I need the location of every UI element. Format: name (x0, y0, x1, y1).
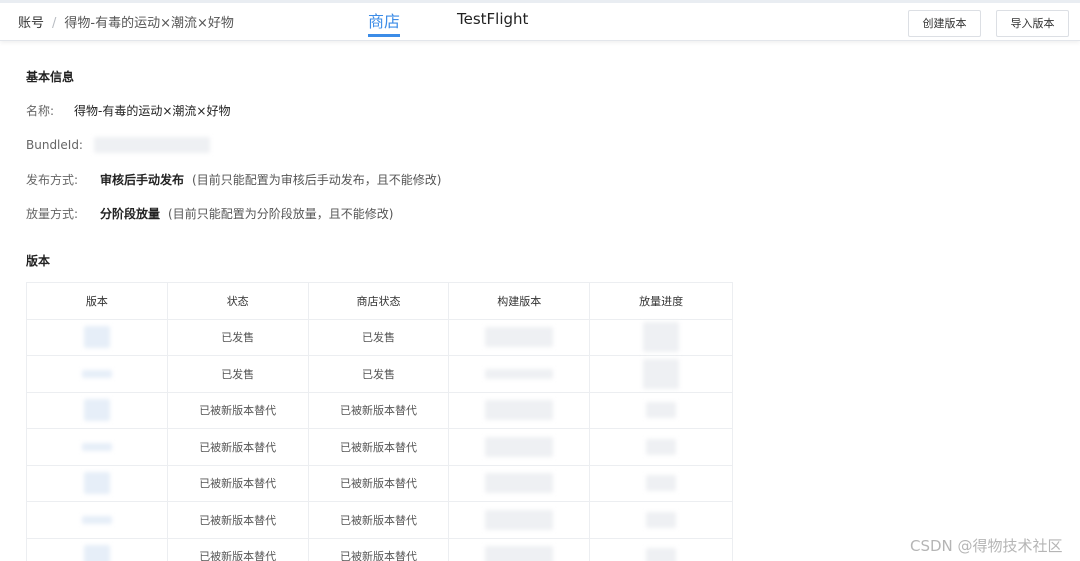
redacted-block (646, 475, 677, 492)
table-row[interactable]: 已被新版本替代 已被新版本替代 (27, 538, 732, 561)
column-build: 构建版本 (449, 283, 591, 319)
bundle-row: BundleId: (26, 137, 210, 153)
store-status-cell: 已发售 (309, 356, 450, 392)
redacted-block (646, 402, 677, 419)
build-cell-redacted (449, 356, 591, 392)
status-cell: 已发售 (168, 356, 309, 392)
store-status-cell: 已被新版本替代 (309, 392, 450, 428)
version-cell-redacted (27, 465, 168, 501)
version-cell-redacted (27, 356, 168, 392)
redacted-block (81, 369, 112, 378)
bundle-value-redacted (94, 137, 210, 153)
name-label: 名称: (26, 104, 55, 118)
tab-store[interactable]: 商店 (368, 8, 401, 37)
breadcrumb-account[interactable]: 账号 (18, 16, 44, 31)
redacted-block (83, 326, 110, 349)
redacted-block (646, 548, 677, 561)
name-row: 名称: 得物-有毒的运动×潮流×好物 (26, 102, 230, 119)
version-cell-redacted (27, 319, 168, 355)
version-cell-redacted (27, 538, 168, 561)
rollout-cell-redacted (590, 502, 732, 538)
status-cell: 已被新版本替代 (168, 392, 309, 428)
table-row[interactable]: 已发售 已发售 (27, 319, 732, 356)
table-row[interactable]: 已被新版本替代 已被新版本替代 (27, 429, 732, 466)
watermark: CSDN @得物技术社区 (910, 537, 1063, 555)
bundle-label: BundleId: (26, 137, 83, 152)
redacted-block (81, 442, 112, 451)
breadcrumb-app-name: 得物-有毒的运动×潮流×好物 (64, 16, 234, 31)
redacted-block (83, 472, 110, 495)
rollout-cell-redacted (590, 466, 732, 502)
store-status-cell: 已被新版本替代 (309, 538, 450, 561)
create-version-button[interactable]: 创建版本 (908, 10, 981, 37)
breadcrumb: 账号 / 得物-有毒的运动×潮流×好物 (18, 12, 234, 31)
store-status-cell: 已被新版本替代 (309, 429, 450, 465)
breadcrumb-separator: / (52, 16, 57, 31)
rollout-label: 放量方式: (26, 207, 79, 221)
status-cell: 已被新版本替代 (168, 538, 309, 561)
build-cell-redacted (449, 392, 591, 428)
build-cell-redacted (449, 502, 591, 538)
redacted-block (485, 436, 554, 457)
redacted-block (83, 545, 110, 561)
tab-testflight[interactable]: TestFlight (457, 10, 528, 28)
version-cell-redacted (27, 429, 168, 465)
release-label: 发布方式: (26, 173, 79, 187)
name-value: 得物-有毒的运动×潮流×好物 (74, 104, 231, 118)
table-row[interactable]: 已被新版本替代 已被新版本替代 (27, 392, 732, 429)
redacted-block (643, 358, 680, 389)
rollout-cell-redacted (590, 320, 732, 356)
redacted-block (643, 322, 680, 353)
redacted-block (485, 400, 554, 421)
top-bar: 账号 / 得物-有毒的运动×潮流×好物 商店 TestFlight 创建版本 导入版… (0, 0, 1080, 41)
redacted-block (485, 546, 554, 561)
rollout-cell-redacted (590, 393, 732, 429)
redacted-block (485, 327, 554, 348)
redacted-block (485, 368, 554, 379)
redacted-block (485, 509, 554, 530)
build-cell-redacted (449, 465, 591, 501)
status-cell: 已被新版本替代 (168, 465, 309, 501)
status-cell: 已被新版本替代 (168, 429, 309, 465)
redacted-block (83, 399, 110, 422)
rollout-cell-redacted (590, 539, 732, 561)
version-cell-redacted (27, 502, 168, 538)
redacted-block (81, 515, 112, 524)
build-cell-redacted (449, 538, 591, 561)
versions-title: 版本 (26, 254, 51, 268)
store-status-cell: 已被新版本替代 (309, 465, 450, 501)
column-status: 状态 (168, 283, 309, 319)
version-cell-redacted (27, 392, 168, 428)
table-row[interactable]: 已发售 已发售 (27, 356, 732, 393)
table-row[interactable]: 已被新版本替代 已被新版本替代 (27, 465, 732, 502)
rollout-cell-redacted (590, 429, 732, 465)
table-header: 版本 状态 商店状态 构建版本 放量进度 (27, 283, 732, 320)
redacted-block (646, 438, 677, 455)
status-cell: 已被新版本替代 (168, 502, 309, 538)
rollout-cell-redacted (590, 356, 732, 392)
release-note: (目前只能配置为审核后手动发布，且不能修改) (192, 173, 442, 187)
redacted-block (485, 473, 554, 494)
rollout-note: (目前只能配置为分阶段放量，且不能修改) (168, 207, 394, 221)
column-version: 版本 (27, 283, 168, 319)
versions-table: 版本 状态 商店状态 构建版本 放量进度 已发售 已发售 已发售 已发售 已被新版本替代… (26, 282, 733, 561)
rollout-value: 分阶段放量 (100, 207, 161, 221)
build-cell-redacted (449, 429, 591, 465)
column-store-status: 商店状态 (309, 283, 450, 319)
column-rollout: 放量进度 (639, 294, 684, 308)
release-row: 发布方式: 审核后手动发布 (目前只能配置为审核后手动发布，且不能修改) (26, 171, 441, 188)
rollout-row: 放量方式: 分阶段放量 (目前只能配置为分阶段放量，且不能修改) (26, 205, 393, 222)
redacted-block (646, 511, 677, 528)
release-value: 审核后手动发布 (100, 173, 185, 187)
build-cell-redacted (449, 319, 591, 355)
store-status-cell: 已被新版本替代 (309, 502, 450, 538)
basic-info-title: 基本信息 (26, 70, 75, 84)
status-cell: 已发售 (168, 319, 309, 355)
store-status-cell: 已发售 (309, 319, 450, 355)
import-version-button[interactable]: 导入版本 (996, 10, 1069, 37)
table-row[interactable]: 已被新版本替代 已被新版本替代 (27, 502, 732, 539)
